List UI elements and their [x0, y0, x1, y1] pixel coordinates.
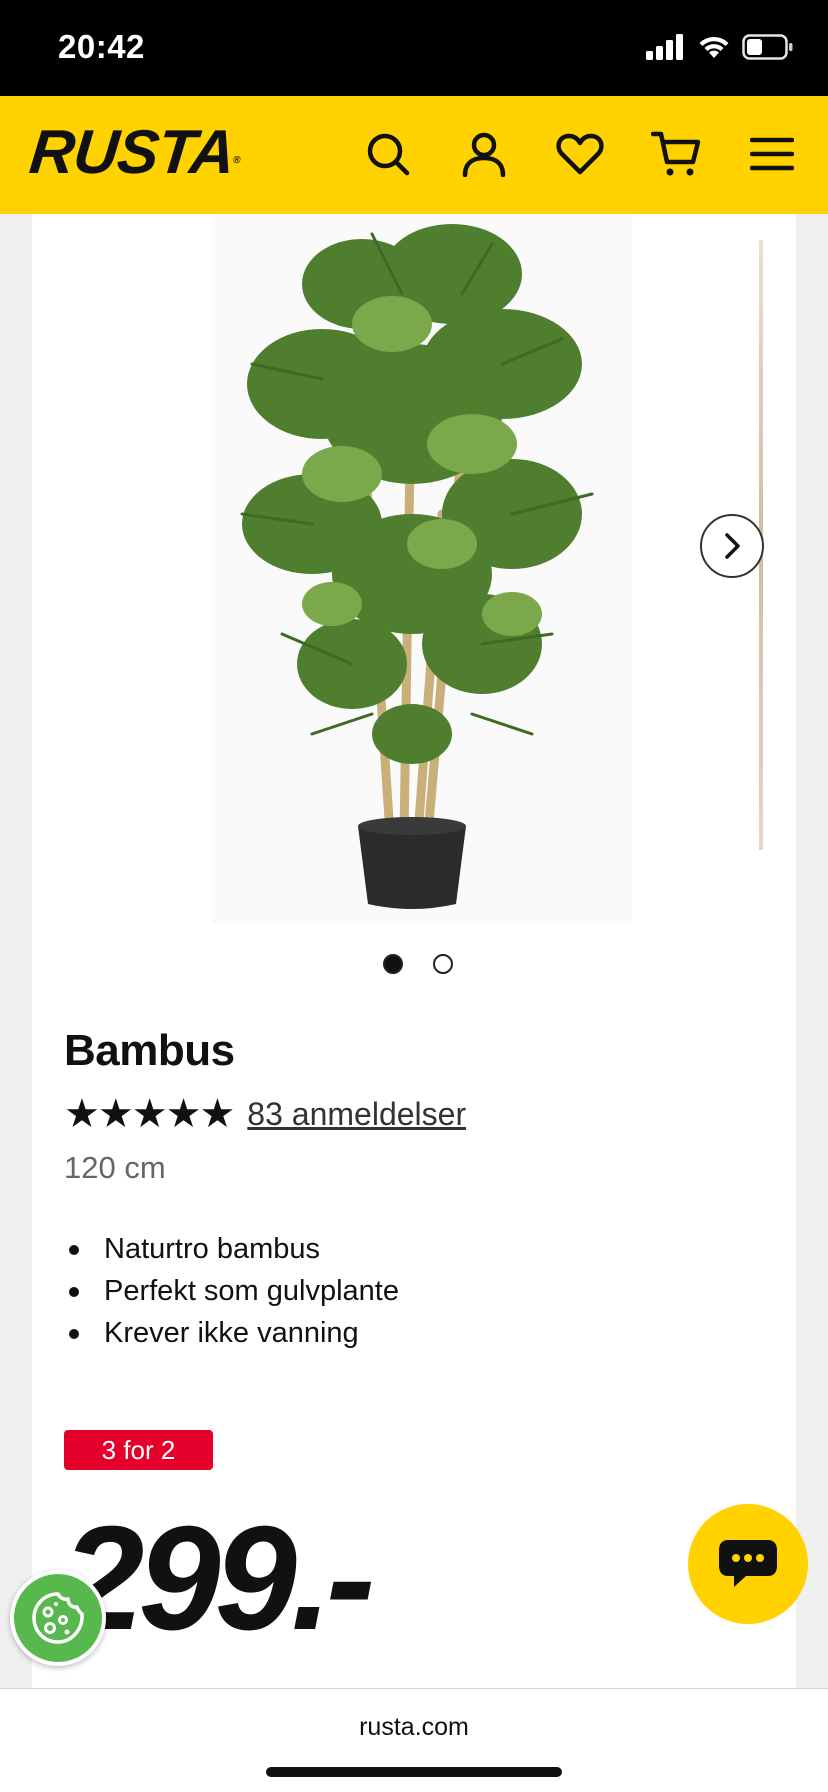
feature-list: Naturtro bambus Perfekt som gulvplante K…	[64, 1228, 399, 1354]
promo-badge: 3 for 2	[64, 1430, 213, 1470]
cookie-settings-button[interactable]	[10, 1570, 106, 1666]
chevron-right-icon	[725, 533, 740, 559]
url-text[interactable]: rusta.com	[0, 1713, 828, 1742]
account-icon	[462, 132, 506, 177]
feature-item: Perfekt som gulvplante	[64, 1270, 399, 1312]
chat-bubble-icon	[719, 1540, 777, 1587]
carousel-dot-2[interactable]	[433, 954, 453, 974]
search-button[interactable]	[360, 126, 416, 182]
product-size: 120 cm	[64, 1150, 166, 1185]
carousel-next-button[interactable]	[700, 514, 764, 578]
wishlist-heart-icon	[556, 133, 604, 175]
image-carousel[interactable]	[32, 214, 796, 934]
status-bar: 20:42	[0, 0, 828, 96]
product-card: Bambus ★★★★★ 83 anmeldelser 120 cm Natur…	[32, 214, 796, 1688]
menu-icon	[750, 137, 794, 171]
product-title: Bambus	[64, 1026, 235, 1075]
cart-icon	[651, 131, 701, 176]
wifi-icon	[699, 36, 729, 58]
feature-item: Krever ikke vanning	[64, 1312, 399, 1354]
product-image	[212, 214, 632, 924]
reviews-link[interactable]: 83 anmeldelser	[247, 1096, 466, 1133]
wishlist-button[interactable]	[552, 126, 608, 182]
site-header: RUSTA®	[0, 96, 828, 214]
browser-address-bar: rusta.com	[0, 1688, 828, 1792]
cart-button[interactable]	[648, 126, 704, 182]
rusta-logo[interactable]: RUSTA®	[26, 118, 244, 187]
logo-text: RUSTA	[26, 118, 238, 187]
carousel-dot-1[interactable]	[383, 954, 403, 974]
cookie-icon	[32, 1592, 84, 1644]
rating-stars: ★★★★★	[64, 1091, 235, 1137]
product-price: 299.-	[62, 1496, 375, 1661]
status-icons	[646, 34, 794, 60]
signal-icon	[646, 34, 683, 60]
chat-button[interactable]	[688, 1504, 808, 1624]
menu-button[interactable]	[744, 126, 800, 182]
carousel-pagination	[32, 954, 796, 974]
product-rating: ★★★★★ 83 anmeldelser	[64, 1092, 466, 1136]
account-button[interactable]	[456, 126, 512, 182]
search-icon	[367, 133, 410, 176]
status-time: 20:42	[58, 28, 145, 65]
battery-icon	[742, 34, 793, 60]
home-indicator[interactable]	[266, 1767, 562, 1777]
feature-item: Naturtro bambus	[64, 1228, 399, 1270]
logo-registered-mark: ®	[232, 155, 241, 166]
